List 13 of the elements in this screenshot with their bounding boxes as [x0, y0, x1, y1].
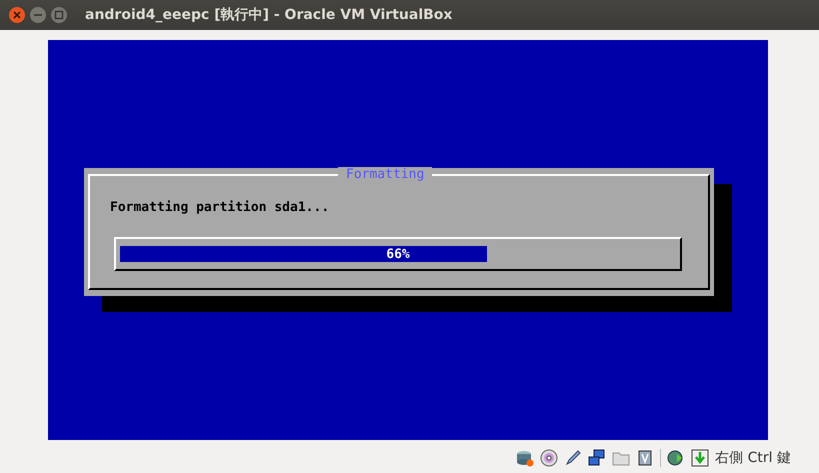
minimize-icon[interactable] — [29, 6, 47, 24]
status-message: Formatting partition sda1... — [110, 200, 330, 215]
dialog-title: Formatting — [338, 167, 432, 183]
window-title: android4_eeepc [執行中] - Oracle VM VirtualBox — [85, 6, 452, 24]
host-key-label: 右側 Ctrl 鍵 — [715, 449, 791, 467]
hard-disk-icon[interactable] — [516, 449, 534, 467]
chip-icon[interactable] — [636, 449, 654, 467]
close-icon[interactable] — [8, 6, 26, 24]
usb-pen-icon[interactable] — [564, 449, 582, 467]
maximize-icon[interactable] — [50, 6, 68, 24]
optical-disc-icon[interactable] — [540, 449, 558, 467]
network-icon[interactable] — [588, 449, 606, 467]
progress-reading: 66% — [385, 247, 411, 263]
